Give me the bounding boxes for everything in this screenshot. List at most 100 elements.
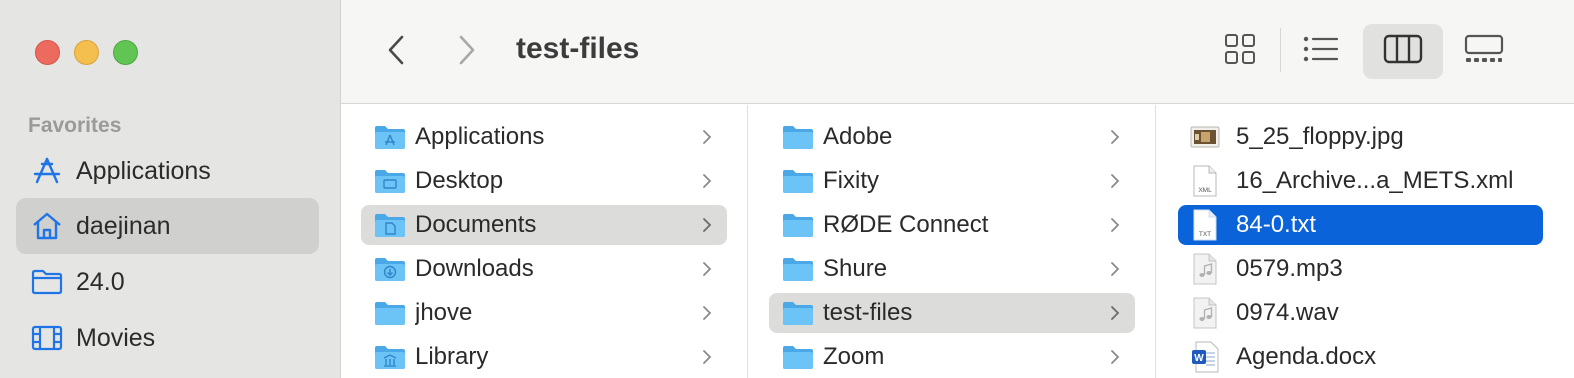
- chevron-right-icon: [697, 169, 717, 193]
- chevron-right-icon: [1105, 125, 1125, 149]
- list-view-button[interactable]: [1281, 24, 1361, 79]
- item-label: jhove: [415, 299, 473, 326]
- minimize-window-button[interactable]: [74, 40, 99, 65]
- sidebar-item-label: 24.0: [76, 267, 125, 296]
- sidebar-item-label: daejinan: [76, 211, 171, 240]
- back-button[interactable]: [378, 32, 414, 72]
- forward-button[interactable]: [449, 32, 485, 72]
- list-item[interactable]: 0974.wav: [1178, 293, 1543, 333]
- item-label: 84-0.txt: [1236, 211, 1317, 238]
- chevron-right-icon: [1105, 213, 1125, 237]
- chevron-right-icon: [697, 125, 717, 149]
- sidebar-item-label: Movies: [76, 323, 156, 352]
- list-item[interactable]: Applications: [361, 117, 727, 157]
- list-item[interactable]: W Agenda.docx: [1178, 337, 1543, 377]
- columns-icon: [1383, 34, 1423, 69]
- documents-folder-icon: [373, 210, 407, 240]
- desktop-folder-icon: [373, 166, 407, 196]
- list-item[interactable]: test-files: [769, 293, 1135, 333]
- applications-folder-icon: [373, 122, 407, 152]
- sidebar: Favorites Applications daejinan 24.0 Mov…: [0, 0, 341, 378]
- word-file-icon: W: [1188, 341, 1222, 373]
- item-label: RØDE Connect: [823, 211, 989, 238]
- list-item[interactable]: Documents: [361, 205, 727, 245]
- audio-file-icon: [1188, 297, 1222, 329]
- svg-text:XML: XML: [1198, 187, 1212, 194]
- sidebar-item-movies[interactable]: Movies: [16, 310, 319, 366]
- jpg-file-icon: [1188, 122, 1222, 152]
- list-item[interactable]: RØDE Connect: [769, 205, 1135, 245]
- gallery-view-button[interactable]: [1444, 24, 1524, 79]
- sidebar-item-daejinan[interactable]: daejinan: [16, 198, 319, 254]
- list-item[interactable]: Desktop: [361, 161, 727, 201]
- item-label: 5_25_floppy.jpg: [1236, 123, 1404, 150]
- svg-text:TXT: TXT: [1199, 231, 1211, 238]
- zoom-window-button[interactable]: [113, 40, 138, 65]
- svg-text:W: W: [1194, 353, 1204, 364]
- item-label: Zoom: [823, 343, 885, 370]
- window-controls: [35, 40, 138, 65]
- folder-icon: [373, 298, 407, 328]
- item-label: Shure: [823, 255, 888, 282]
- list-item[interactable]: Zoom: [769, 337, 1135, 377]
- item-label: Downloads: [415, 255, 534, 282]
- chevron-right-icon: [697, 301, 717, 325]
- folder-icon: [781, 342, 815, 372]
- list-item[interactable]: Shure: [769, 249, 1135, 289]
- audio-file-icon: [1188, 253, 1222, 285]
- list-item[interactable]: Fixity: [769, 161, 1135, 201]
- item-label: Desktop: [415, 167, 504, 194]
- list-item[interactable]: 0579.mp3: [1178, 249, 1543, 289]
- item-label: 0974.wav: [1236, 299, 1339, 326]
- sidebar-item-applications[interactable]: Applications: [16, 143, 319, 199]
- column-2: Adobe Fixity RØDE Connect Shure test-fil…: [749, 105, 1156, 378]
- folder-icon: [781, 210, 815, 240]
- item-label: Fixity: [823, 167, 879, 194]
- library-folder-icon: [373, 342, 407, 372]
- item-label: Adobe: [823, 123, 893, 150]
- sidebar-item-label: Applications: [76, 156, 211, 185]
- gallery-icon: [1464, 34, 1504, 69]
- list-item[interactable]: 5_25_floppy.jpg: [1178, 117, 1543, 157]
- downloads-folder-icon: [373, 254, 407, 284]
- chevron-right-icon: [697, 213, 717, 237]
- home-icon: [30, 211, 64, 241]
- film-icon: [30, 323, 64, 353]
- xml-file-icon: XML: [1188, 165, 1222, 197]
- list-item[interactable]: Downloads: [361, 249, 727, 289]
- sidebar-item-24-0[interactable]: 24.0: [16, 254, 319, 310]
- icon-view-button[interactable]: [1200, 24, 1280, 79]
- item-label: 0579.mp3: [1236, 255, 1343, 282]
- column-view-button[interactable]: [1363, 24, 1443, 79]
- chevron-right-icon: [1105, 257, 1125, 281]
- item-label: test-files: [823, 299, 913, 326]
- item-label: Library: [415, 343, 489, 370]
- item-label: Applications: [415, 123, 545, 150]
- list-icon: [1303, 36, 1339, 67]
- folder-icon: [30, 267, 64, 297]
- list-item[interactable]: XML 16_Archive...a_METS.xml: [1178, 161, 1543, 201]
- applications-icon: [30, 156, 64, 186]
- item-label: Agenda.docx: [1236, 343, 1377, 370]
- chevron-right-icon: [1105, 301, 1125, 325]
- grid-icon: [1224, 33, 1256, 70]
- chevron-right-icon: [1105, 345, 1125, 369]
- chevron-left-icon: [386, 34, 406, 71]
- list-item[interactable]: Adobe: [769, 117, 1135, 157]
- window-title: test-files: [516, 32, 640, 65]
- item-label: 16_Archive...a_METS.xml: [1236, 167, 1514, 194]
- column-3: 5_25_floppy.jpg XML 16_Archive...a_METS.…: [1157, 105, 1574, 378]
- folder-icon: [781, 254, 815, 284]
- chevron-right-icon: [697, 257, 717, 281]
- folder-icon: [781, 122, 815, 152]
- list-item[interactable]: TXT 84-0.txt: [1178, 205, 1543, 245]
- close-window-button[interactable]: [35, 40, 60, 65]
- chevron-right-icon: [1105, 169, 1125, 193]
- chevron-right-icon: [457, 34, 477, 71]
- toolbar: test-files: [341, 0, 1574, 104]
- chevron-right-icon: [697, 345, 717, 369]
- list-item[interactable]: jhove: [361, 293, 727, 333]
- favorites-heading: Favorites: [28, 114, 122, 137]
- list-item[interactable]: Library: [361, 337, 727, 377]
- item-label: Documents: [415, 211, 537, 238]
